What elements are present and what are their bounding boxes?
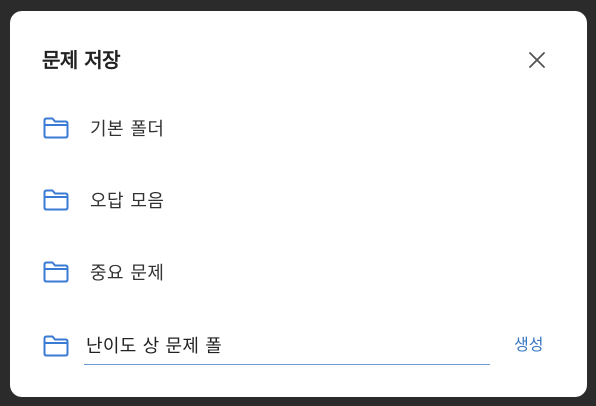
new-folder-name-input[interactable] (84, 326, 490, 365)
new-folder-row: 생성 (42, 326, 552, 366)
folder-label: 오답 모음 (90, 191, 165, 212)
folder-item-important[interactable]: 중요 문제 (42, 252, 522, 292)
folder-icon (42, 188, 70, 212)
dialog-title: 문제 저장 (42, 48, 121, 72)
folder-item-default[interactable]: 기본 폴더 (42, 108, 522, 148)
folder-icon (42, 116, 70, 140)
folder-item-wrong-answers[interactable]: 오답 모음 (42, 180, 522, 220)
create-folder-button[interactable]: 생성 (514, 332, 543, 358)
close-icon[interactable] (526, 49, 548, 71)
folder-icon (42, 260, 70, 284)
folder-icon (42, 334, 70, 358)
folder-label: 기본 폴더 (90, 119, 165, 140)
folder-label: 중요 문제 (90, 263, 165, 284)
save-problem-dialog: 문제 저장 기본 폴더 오답 모음 중요 문제 난이도 상 문제 폴 생성 (10, 11, 587, 397)
